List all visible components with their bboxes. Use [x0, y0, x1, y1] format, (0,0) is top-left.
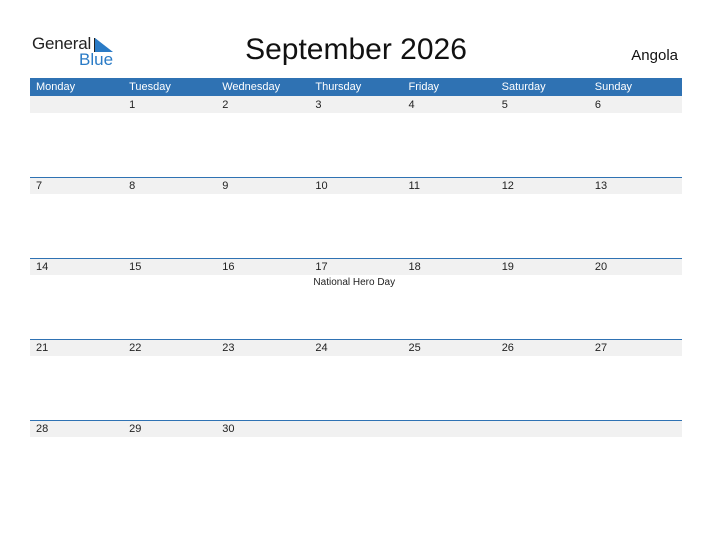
day-number: 4 [408, 99, 415, 111]
day-cell [496, 420, 589, 501]
day-cell: 10 [309, 177, 402, 258]
day-cell: 26 [496, 339, 589, 420]
day-cell [589, 420, 682, 501]
day-number: 16 [222, 261, 235, 273]
day-cell: 21 [30, 339, 123, 420]
weekday-sunday: Sunday [594, 81, 633, 93]
holiday-label: National Hero Day [313, 277, 396, 288]
weekday-monday: Monday [36, 81, 76, 93]
day-cell: 23 [216, 339, 309, 420]
week-row: 28 29 30 [30, 420, 682, 501]
day-number: 3 [315, 99, 322, 111]
weekday-wednesday: Wednesday [222, 81, 281, 93]
day-number: 26 [501, 342, 514, 354]
day-cell [30, 96, 123, 177]
day-cell: 11 [403, 177, 496, 258]
day-cell: 19 [496, 258, 589, 339]
day-number: 2 [222, 99, 229, 111]
day-number: 9 [222, 180, 229, 192]
day-number: 12 [501, 180, 514, 192]
day-number: 6 [594, 99, 601, 111]
day-number: 29 [129, 423, 142, 435]
day-number: 8 [129, 180, 136, 192]
day-number: 11 [408, 180, 420, 192]
weekday-header: Monday Tuesday Wednesday Thursday Friday… [30, 78, 682, 96]
day-cell: 28 [30, 420, 123, 501]
day-cell: 4 [403, 96, 496, 177]
week-row: 1 2 3 4 5 6 [30, 96, 682, 177]
day-cell: 27 [589, 339, 682, 420]
day-cell: 15 [123, 258, 216, 339]
weekday-friday: Friday [408, 81, 440, 93]
day-number: 25 [408, 342, 421, 354]
day-number: 13 [594, 180, 608, 192]
day-cell: 22 [123, 339, 216, 420]
day-number: 7 [36, 180, 43, 192]
calendar-title: September 2026 [245, 33, 467, 66]
day-cell: 6 [589, 96, 682, 177]
day-cell: 20 [589, 258, 682, 339]
day-cell: 25 [403, 339, 496, 420]
day-cell: 24 [309, 339, 402, 420]
day-cell: 18 [403, 258, 496, 339]
day-number: 30 [222, 423, 235, 435]
day-cell: 29 [123, 420, 216, 501]
day-number: 1 [129, 99, 136, 111]
week-row: 7 8 9 10 11 12 13 [30, 177, 682, 258]
day-number: 22 [129, 342, 142, 354]
weekday-thursday: Thursday [315, 81, 362, 93]
day-number: 27 [594, 342, 608, 354]
day-cell: 30 [216, 420, 309, 501]
day-cell: 16 [216, 258, 309, 339]
day-cell: 14 [30, 258, 123, 339]
week-row: 14 15 16 17 National Hero Day 18 19 20 [30, 258, 682, 339]
day-number: 17 [315, 261, 328, 273]
day-cell: 12 [496, 177, 589, 258]
country-label: Angola [631, 47, 678, 64]
day-cell: 2 [216, 96, 309, 177]
day-cell: 13 [589, 177, 682, 258]
day-number: 19 [501, 261, 514, 273]
weekday-saturday: Saturday [501, 81, 546, 93]
day-number: 20 [594, 261, 608, 273]
day-number: 28 [36, 423, 49, 435]
day-number: 15 [129, 261, 142, 273]
day-cell: 17 National Hero Day [309, 258, 402, 339]
week-row: 21 22 23 24 25 26 27 [30, 339, 682, 420]
day-cell [403, 420, 496, 501]
day-number: 21 [36, 342, 49, 354]
day-cell: 5 [496, 96, 589, 177]
day-number: 23 [222, 342, 235, 354]
day-cell [309, 420, 402, 501]
day-cell: 7 [30, 177, 123, 258]
day-cell: 1 [123, 96, 216, 177]
day-cell: 9 [216, 177, 309, 258]
day-cell: 3 [309, 96, 402, 177]
day-number: 14 [36, 261, 49, 273]
weekday-tuesday: Tuesday [129, 81, 171, 93]
day-number: 18 [408, 261, 421, 273]
day-number: 10 [315, 180, 328, 192]
day-number: 5 [501, 99, 508, 111]
day-cell: 8 [123, 177, 216, 258]
day-number: 24 [315, 342, 328, 354]
